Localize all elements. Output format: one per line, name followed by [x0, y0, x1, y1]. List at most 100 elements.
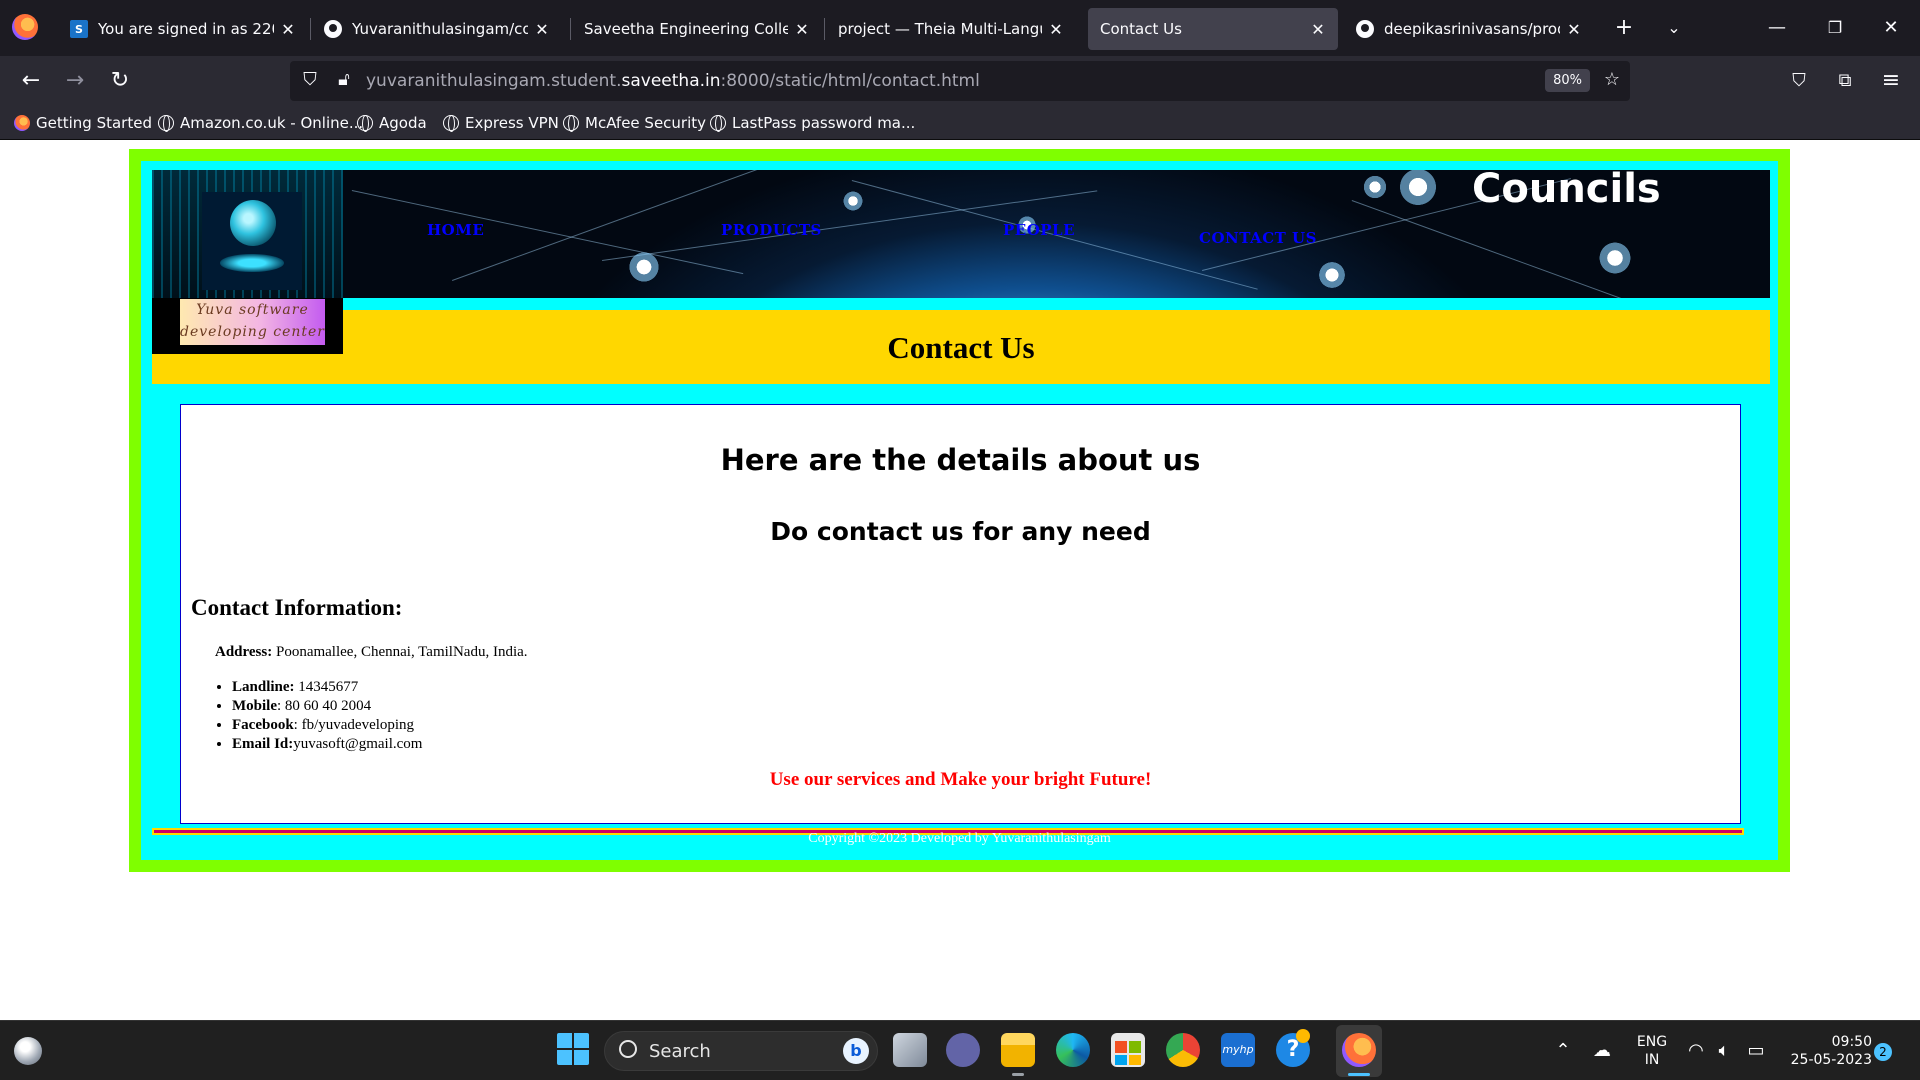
menu-hamburger-icon[interactable]: ≡ — [1876, 66, 1906, 96]
globe-icon — [710, 115, 726, 132]
browser-tab-bar: S You are signed in as 220090 ✕ Yuvarani… — [0, 0, 1920, 56]
restore-icon[interactable]: ❐ — [1820, 14, 1850, 42]
microsoft-store-icon[interactable] — [1111, 1033, 1145, 1067]
tab-title: project — Theia Multi-Language — [838, 20, 1042, 38]
extensions-icon[interactable]: ⧉ — [1830, 66, 1860, 96]
clock[interactable]: 09:50 25-05-2023 — [1778, 1033, 1872, 1069]
list-tabs-chevron-icon[interactable]: ⌄ — [1659, 14, 1689, 42]
globe-icon — [357, 115, 373, 132]
tab-title: You are signed in as 220090 — [98, 20, 274, 38]
help-badge-icon — [1296, 1029, 1310, 1043]
bookmark-amazon[interactable]: Amazon.co.uk - Online... — [158, 114, 363, 132]
tab-title: deepikasrinivasans/product — [1384, 20, 1560, 38]
bing-icon[interactable]: b — [843, 1038, 869, 1064]
bookmark-agoda[interactable]: Agoda — [357, 114, 427, 132]
taskbar-search[interactable]: Search b — [604, 1031, 878, 1071]
inner-frame: Councils HOME PRODUCTS PEOPLE CONTACT US… — [141, 161, 1778, 860]
github-icon — [324, 20, 342, 38]
tab-saveetha[interactable]: Saveetha Engineering College ✕ — [572, 8, 822, 50]
list-item-email: Email Id:yuvasoft@gmail.com — [232, 735, 422, 754]
contact-subheading: Do contact us for any need — [770, 517, 1151, 546]
battery-icon[interactable]: ▭ — [1744, 1040, 1768, 1061]
tab-github-cover[interactable]: Yuvaranithulasingam/cover ✕ — [312, 8, 562, 50]
shield-icon[interactable]: ⛉ — [298, 69, 322, 90]
tab-separator — [824, 18, 825, 40]
chevron-up-icon[interactable]: ⌃ — [1551, 1040, 1575, 1061]
close-icon[interactable]: ✕ — [1048, 20, 1064, 39]
logo-label: Yuva software developing center — [180, 299, 325, 345]
page-viewport: Councils HOME PRODUCTS PEOPLE CONTACT US… — [0, 141, 1920, 1020]
close-window-icon[interactable]: ✕ — [1876, 14, 1906, 42]
bookmark-mcafee[interactable]: McAfee Security — [563, 114, 706, 132]
page-title: Contact Us — [887, 330, 1035, 365]
edge-icon[interactable] — [1056, 1033, 1090, 1067]
tab-theia[interactable]: project — Theia Multi-Language ✕ — [826, 8, 1076, 50]
details-heading: Here are the details about us — [720, 443, 1201, 477]
company-logo: Yuva software developing center — [152, 170, 343, 354]
tab-title: Yuvaranithulasingam/cover — [352, 20, 528, 38]
wifi-icon[interactable]: ◠ — [1684, 1040, 1708, 1061]
list-item-landline: Landline: 14345677 — [232, 678, 422, 697]
github-icon — [1356, 20, 1374, 38]
outer-frame: Councils HOME PRODUCTS PEOPLE CONTACT US… — [129, 149, 1790, 872]
nav-people-link[interactable]: PEOPLE — [1003, 221, 1075, 239]
list-item-mobile: Mobile: 80 60 40 2004 — [232, 697, 422, 716]
windows-start-icon[interactable] — [557, 1033, 589, 1065]
close-icon[interactable]: ✕ — [534, 20, 550, 39]
star-bookmark-icon[interactable]: ☆ — [1600, 69, 1624, 90]
nav-products-link[interactable]: PRODUCTS — [721, 221, 822, 239]
contact-info-heading: Contact Information: — [191, 595, 403, 620]
chrome-icon[interactable] — [1166, 1033, 1200, 1067]
bookmark-lastpass[interactable]: LastPass password ma... — [710, 114, 915, 132]
tab-contact-us[interactable]: Contact Us ✕ — [1088, 8, 1338, 50]
forward-arrow-icon[interactable]: → — [60, 66, 90, 96]
file-explorer-icon[interactable] — [1001, 1033, 1035, 1067]
address-bar[interactable]: ⛉ 🔓︎ yuvaranithulasingam.student.saveeth… — [290, 61, 1630, 101]
firefox-taskbar-icon[interactable] — [1342, 1033, 1376, 1067]
bookmark-getting-started[interactable]: Getting Started — [14, 114, 152, 132]
notification-badge[interactable]: 2 — [1874, 1043, 1892, 1061]
close-icon[interactable]: ✕ — [1310, 20, 1326, 39]
volume-icon[interactable]: 🔈︎ — [1712, 1040, 1736, 1061]
network-globe-banner: Councils HOME PRODUCTS PEOPLE CONTACT US — [152, 170, 1770, 298]
copyright-text: Copyright ©2023 Developed by Yuvaranithu… — [808, 831, 1111, 846]
banner-councils-text: Councils — [1472, 170, 1661, 212]
globe-hands-icon — [202, 192, 302, 290]
myhp-icon[interactable]: myhp — [1221, 1033, 1255, 1067]
firefox-icon[interactable] — [12, 14, 38, 40]
onedrive-icon[interactable]: ☁ — [1590, 1040, 1614, 1061]
close-icon[interactable]: ✕ — [794, 20, 810, 39]
contact-content-box: Here are the details about us Do contact… — [180, 404, 1741, 824]
weather-icon[interactable] — [14, 1037, 42, 1065]
zoom-level-badge[interactable]: 80% — [1545, 69, 1590, 92]
reload-icon[interactable]: ↻ — [105, 66, 135, 96]
globe-icon — [158, 115, 174, 132]
teams-chat-icon[interactable] — [946, 1033, 980, 1067]
close-icon[interactable]: ✕ — [280, 20, 296, 39]
firefox-icon — [14, 115, 30, 131]
tab-title: Contact Us — [1100, 20, 1182, 38]
back-arrow-icon[interactable]: ← — [16, 66, 46, 96]
tab-separator — [570, 18, 571, 40]
close-icon[interactable]: ✕ — [1566, 20, 1582, 39]
tab-title: Saveetha Engineering College — [584, 20, 788, 38]
language-indicator[interactable]: ENG IN — [1630, 1033, 1674, 1069]
search-label: Search — [649, 1041, 711, 1062]
address-line: Address: Poonamallee, Chennai, TamilNadu… — [215, 644, 528, 660]
tab-signed-in[interactable]: S You are signed in as 220090 ✕ — [58, 8, 308, 50]
tab-github-product[interactable]: deepikasrinivasans/product ✕ — [1344, 8, 1594, 50]
globe-icon — [563, 115, 579, 132]
nav-contact-us-link[interactable]: CONTACT US — [1199, 229, 1317, 247]
task-view-icon[interactable] — [893, 1033, 927, 1067]
url-text[interactable]: yuvaranithulasingam.student.saveetha.in:… — [366, 71, 980, 91]
lock-icon[interactable]: 🔓︎ — [332, 69, 356, 90]
contact-list: Landline: 14345677 Mobile: 80 60 40 2004… — [232, 678, 422, 754]
nav-home-link[interactable]: HOME — [427, 221, 484, 239]
tagline: Use our services and Make your bright Fu… — [769, 769, 1152, 790]
bookmark-express-vpn[interactable]: Express VPN — [443, 114, 559, 132]
list-item-facebook: Facebook: fb/yuvadeveloping — [232, 716, 422, 735]
new-tab-plus-icon[interactable]: + — [1609, 14, 1639, 42]
pocket-icon[interactable]: ⛉ — [1784, 66, 1814, 96]
search-icon — [619, 1040, 637, 1058]
minimize-icon[interactable]: — — [1762, 14, 1792, 42]
